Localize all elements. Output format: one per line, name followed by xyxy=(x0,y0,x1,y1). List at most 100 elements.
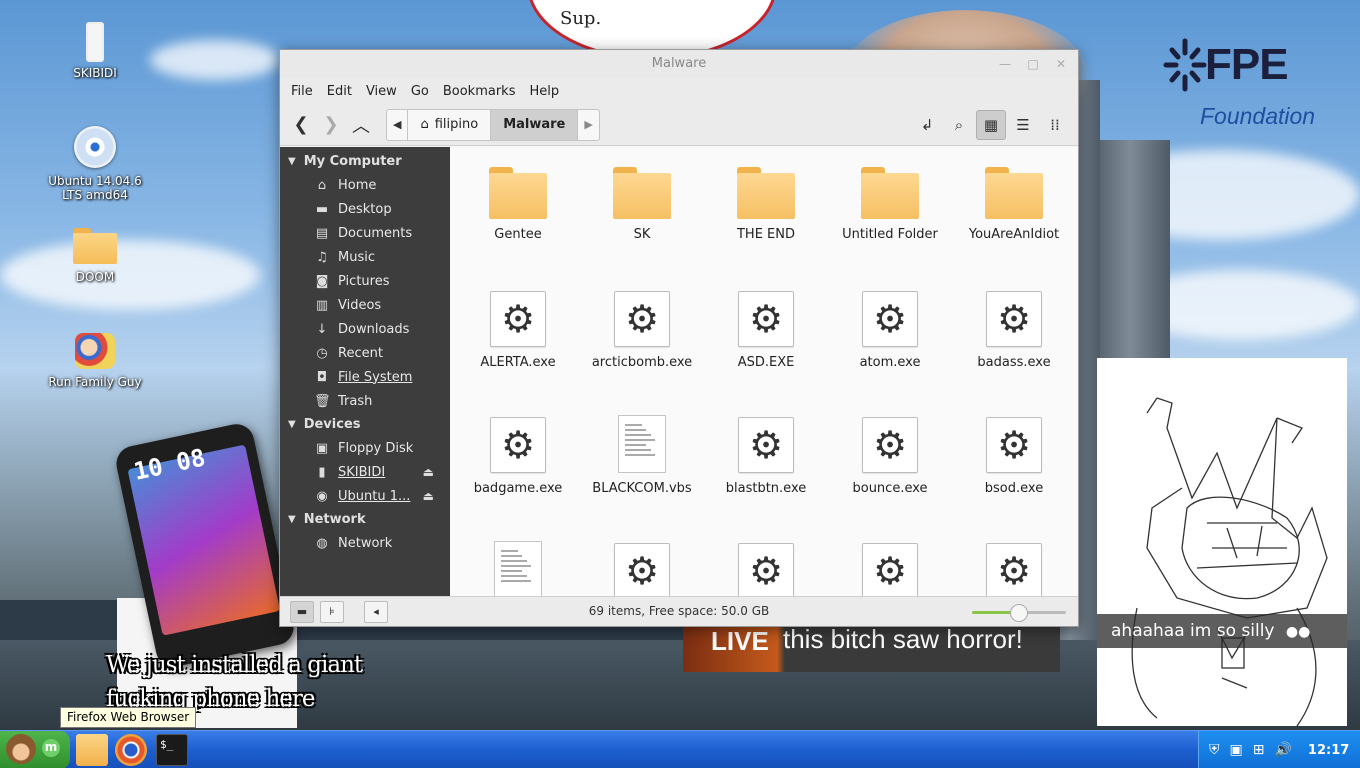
recent-icon: ◷ xyxy=(316,345,328,361)
file-item[interactable]: Gentee xyxy=(456,161,580,287)
network-icon[interactable]: ⊞ xyxy=(1253,742,1265,758)
file-item[interactable]: ⚙ bsod.exe xyxy=(952,413,1076,539)
desktop-icon-run-family-guy[interactable]: Run Family Guy xyxy=(40,333,150,389)
up-button[interactable]: ︿ xyxy=(346,110,376,140)
sketch-caption: ahaahaa im so silly ●● xyxy=(1097,614,1347,648)
optical-disc-icon xyxy=(74,126,116,168)
search-icon[interactable]: ⌕ xyxy=(944,110,974,140)
file-item[interactable]: ⚙ arcticbomb.exe xyxy=(580,287,704,413)
desktop-icon: ▬ xyxy=(315,201,329,217)
minimize-button[interactable]: — xyxy=(994,50,1016,78)
file-item[interactable]: ⚙ xyxy=(704,539,828,597)
sidebar-item-documents[interactable]: ▤ Documents xyxy=(280,221,450,245)
file-item[interactable]: ⚙ ALERTA.exe xyxy=(456,287,580,413)
file-item[interactable]: YouAreAnIdiot xyxy=(952,161,1076,287)
breadcrumb-left-arrow[interactable]: ◀ xyxy=(387,109,409,140)
home-icon: ⌂ xyxy=(420,117,429,132)
executable-gear-icon: ⚙ xyxy=(862,291,918,347)
file-manager-launcher-icon[interactable] xyxy=(76,734,108,766)
sidebar-item-home[interactable]: ⌂ Home xyxy=(280,173,450,197)
file-name: THE END xyxy=(736,227,795,242)
sidebar-section-my-computer[interactable]: ▼ My Computer xyxy=(280,150,450,173)
sidebar-item-music[interactable]: ♫ Music xyxy=(280,245,450,269)
file-item[interactable]: ⚙ atom.exe xyxy=(828,287,952,413)
file-item[interactable]: ⚙ badgame.exe xyxy=(456,413,580,539)
folder-icon xyxy=(985,167,1043,219)
menu-file[interactable]: File xyxy=(284,84,320,99)
music-icon: ♫ xyxy=(316,249,328,265)
file-item[interactable]: ⚙ bounce.exe xyxy=(828,413,952,539)
eject-icon[interactable]: ⏏ xyxy=(423,465,434,479)
sidebar-item-videos[interactable]: ▥ Videos xyxy=(280,293,450,317)
file-item[interactable]: ⚙ xyxy=(952,539,1076,597)
file-item[interactable]: BLACKCOM.vbs xyxy=(580,413,704,539)
forward-button[interactable]: ❯ xyxy=(316,110,346,140)
file-item[interactable]: ⚙ xyxy=(828,539,952,597)
menu-view[interactable]: View xyxy=(359,84,404,99)
toggle-location-icon[interactable]: ↲ xyxy=(912,110,942,140)
close-button[interactable]: ✕ xyxy=(1050,50,1072,78)
desktop-icon-doom[interactable]: DOOM xyxy=(40,228,150,284)
executable-gear-icon: ⚙ xyxy=(738,417,794,473)
folder-icon xyxy=(737,167,795,219)
menu-go[interactable]: Go xyxy=(404,84,436,99)
file-item[interactable]: Untitled Folder xyxy=(828,161,952,287)
executable-gear-icon: ⚙ xyxy=(490,417,546,473)
breadcrumb-malware[interactable]: Malware xyxy=(491,109,579,140)
network-icon: ◍ xyxy=(316,535,328,551)
menu-help[interactable]: Help xyxy=(522,84,566,99)
sidebar-item-skibidi[interactable]: ▮ SKIBIDI ⏏ xyxy=(280,460,450,484)
clipboard-icon[interactable]: ▣ xyxy=(1230,742,1243,758)
breadcrumb: ◀ ⌂ filipino Malware ▶ xyxy=(386,108,600,141)
terminal-launcher-icon[interactable]: $_ xyxy=(156,734,188,766)
icon-view-button[interactable]: ▦ xyxy=(976,110,1006,140)
file-item[interactable]: ⚙ ASD.EXE xyxy=(704,287,828,413)
window-titlebar[interactable]: Malware — □ ✕ xyxy=(280,50,1078,78)
start-menu-button[interactable]: m xyxy=(0,731,70,768)
file-item[interactable]: ⚙ xyxy=(580,539,704,597)
sidebar-item-downloads[interactable]: ↓ Downloads xyxy=(280,317,450,341)
folder-icon xyxy=(489,167,547,219)
back-button[interactable]: ❮ xyxy=(286,110,316,140)
file-name: Gentee xyxy=(494,227,542,242)
sidebar-section-devices[interactable]: ▼ Devices xyxy=(280,413,450,436)
breadcrumb-right-arrow[interactable]: ▶ xyxy=(578,110,598,140)
file-name: Untitled Folder xyxy=(842,227,938,242)
tooltip: Firefox Web Browser xyxy=(60,707,197,728)
usb-icon: ▮ xyxy=(318,464,326,480)
folder-icon xyxy=(73,228,117,264)
file-item[interactable]: ⚙ badass.exe xyxy=(952,287,1076,413)
file-name: ASD.EXE xyxy=(737,355,795,370)
volume-icon[interactable]: 🔊 xyxy=(1274,742,1291,758)
sidebar-item-floppy-disk[interactable]: ▣ Floppy Disk xyxy=(280,436,450,460)
sidebar-item-network[interactable]: ◍ Network xyxy=(280,531,450,555)
eject-icon[interactable]: ⏏ xyxy=(423,489,434,503)
sidebar-item-trash[interactable]: 🗑 Trash xyxy=(280,389,450,413)
zoom-slider-handle[interactable] xyxy=(1010,604,1028,622)
file-item[interactable]: SK xyxy=(580,161,704,287)
maximize-button[interactable]: □ xyxy=(1022,50,1044,78)
menu-edit[interactable]: Edit xyxy=(320,84,359,99)
shield-icon[interactable]: ⛨ xyxy=(1209,742,1220,758)
breadcrumb-filipino[interactable]: ⌂ filipino xyxy=(408,109,492,140)
compact-view-button[interactable]: ⁞⁞ xyxy=(1040,110,1070,140)
sidebar-item-recent[interactable]: ◷ Recent xyxy=(280,341,450,365)
sidebar-item-desktop[interactable]: ▬ Desktop xyxy=(280,197,450,221)
desktop-icon-ubuntu-iso[interactable]: Ubuntu 14.04.6 LTS amd64 xyxy=(40,126,150,202)
desktop-icon-skibidi[interactable]: SKIBIDI xyxy=(40,22,150,80)
firefox-launcher-icon[interactable] xyxy=(115,734,147,766)
sidebar-section-network[interactable]: ▼ Network xyxy=(280,508,450,531)
file-item[interactable]: THE END xyxy=(704,161,828,287)
list-view-button[interactable]: ☰ xyxy=(1008,110,1038,140)
sidebar-item-file-system[interactable]: ◘ File System xyxy=(280,365,450,389)
menu-bookmarks[interactable]: Bookmarks xyxy=(436,84,523,99)
file-name: bounce.exe xyxy=(852,481,928,496)
sidebar-item-ubuntu[interactable]: ◉ Ubuntu 1... ⏏ xyxy=(280,484,450,508)
zoom-slider[interactable] xyxy=(972,604,1066,622)
sidebar-item-pictures[interactable]: ◙ Pictures xyxy=(280,269,450,293)
clock[interactable]: 12:17 xyxy=(1308,743,1349,758)
file-item[interactable] xyxy=(456,539,580,597)
file-item[interactable]: ⚙ blastbtn.exe xyxy=(704,413,828,539)
downloads-icon: ↓ xyxy=(316,321,328,337)
filesystem-icon: ◘ xyxy=(316,369,328,385)
